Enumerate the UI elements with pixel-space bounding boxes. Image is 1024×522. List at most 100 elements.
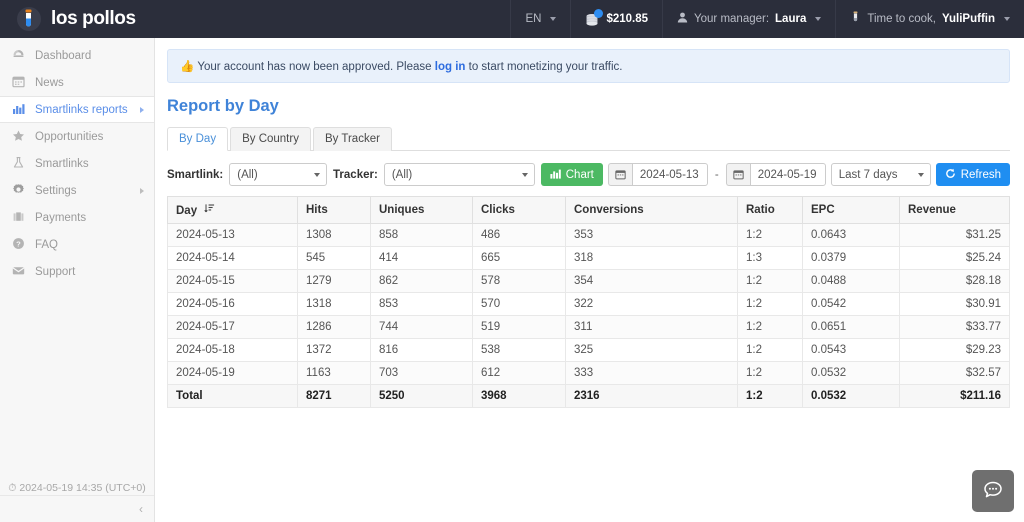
cell-epc: 0.0651 <box>802 315 900 339</box>
cell-conversions: 311 <box>565 315 738 339</box>
flask-icon <box>850 11 861 27</box>
manager-menu[interactable]: Your manager: Laura <box>662 0 835 38</box>
cell-day: 2024-05-15 <box>167 269 298 293</box>
thumbs-up-emoji-icon: 👍 <box>180 61 195 73</box>
column-header-conversions[interactable]: Conversions <box>565 196 738 224</box>
report-tabs: By Day By Country By Tracker <box>167 127 1010 151</box>
sidebar-item-payments[interactable]: Payments <box>0 204 154 231</box>
cell-ratio: 1:2 <box>737 338 803 362</box>
date-from-field[interactable]: 2024-05-13 <box>607 163 708 186</box>
sidebar-item-settings[interactable]: Settings <box>0 177 154 204</box>
login-link[interactable]: log in <box>435 61 466 73</box>
cell-epc: 0.0379 <box>802 246 900 270</box>
total-epc: 0.0532 <box>802 384 900 408</box>
date-to-field[interactable]: 2024-05-19 <box>725 163 826 186</box>
cell-day: 2024-05-16 <box>167 292 298 316</box>
date-to-value[interactable]: 2024-05-19 <box>749 163 826 186</box>
brand-logo[interactable]: los pollos <box>0 0 155 38</box>
chat-widget-button[interactable] <box>972 470 1014 512</box>
top-header-bar: los pollos EN $210.85 Your manager: Laur… <box>0 0 1024 38</box>
column-header-revenue[interactable]: Revenue <box>899 196 1010 224</box>
column-header-uniques[interactable]: Uniques <box>370 196 473 224</box>
sort-descending-icon <box>204 204 215 217</box>
column-header-day[interactable]: Day <box>167 196 298 224</box>
sidebar-item-opportunities[interactable]: Opportunities <box>0 123 154 150</box>
sidebar: Dashboard News Smartlinks reports Opport… <box>0 38 155 522</box>
chevron-left-icon: ‹ <box>139 502 143 516</box>
sidebar-item-smartlinks[interactable]: Smartlinks <box>0 150 154 177</box>
column-header-hits[interactable]: Hits <box>297 196 371 224</box>
cell-conversions: 333 <box>565 361 738 385</box>
brand-name: los pollos <box>51 8 136 29</box>
sidebar-item-faq[interactable]: ? FAQ <box>0 231 154 258</box>
gear-icon <box>11 183 26 198</box>
cell-epc: 0.0543 <box>802 338 900 362</box>
cell-uniques: 703 <box>370 361 473 385</box>
total-clicks: 3968 <box>472 384 566 408</box>
language-selector[interactable]: EN <box>510 0 570 38</box>
table-row: 2024-05-15 1279 862 578 354 1:2 0.0488 $… <box>167 269 1010 293</box>
smartlink-filter-select[interactable]: (All) <box>229 163 328 186</box>
sidebar-item-dashboard[interactable]: Dashboard <box>0 42 154 69</box>
sidebar-item-support[interactable]: Support <box>0 258 154 285</box>
svg-text:?: ? <box>16 239 21 248</box>
sidebar-collapse-button[interactable]: ‹ <box>0 495 154 522</box>
cell-day: 2024-05-18 <box>167 338 298 362</box>
cell-revenue: $28.18 <box>899 269 1010 293</box>
table-row: 2024-05-18 1372 816 538 325 1:2 0.0543 $… <box>167 338 1010 362</box>
cell-ratio: 1:2 <box>737 292 803 316</box>
date-from-value[interactable]: 2024-05-13 <box>631 163 708 186</box>
chevron-right-icon <box>140 187 144 194</box>
cell-day: 2024-05-14 <box>167 246 298 270</box>
total-ratio: 1:2 <box>737 384 803 408</box>
refresh-button[interactable]: Refresh <box>935 163 1010 186</box>
table-row: 2024-05-16 1318 853 570 322 1:2 0.0542 $… <box>167 292 1010 316</box>
alert-text-before: Your account has now been approved. Plea… <box>197 61 432 73</box>
account-menu[interactable]: Time to cook, YuliPuffin <box>835 0 1024 38</box>
cell-hits: 1318 <box>297 292 371 316</box>
table-row: 2024-05-13 1308 858 486 353 1:2 0.0643 $… <box>167 223 1010 247</box>
balance-display[interactable]: $210.85 <box>570 0 662 38</box>
chevron-down-icon <box>550 17 557 21</box>
envelope-icon <box>11 264 26 279</box>
column-header-clicks[interactable]: Clicks <box>472 196 566 224</box>
sidebar-item-news[interactable]: News <box>0 69 154 96</box>
smartlink-filter-value: (All) <box>237 168 258 181</box>
tab-by-country[interactable]: By Country <box>230 127 311 151</box>
cell-ratio: 1:2 <box>737 315 803 339</box>
page-title: Report by Day <box>167 97 279 115</box>
column-header-epc[interactable]: EPC <box>802 196 900 224</box>
tab-by-tracker[interactable]: By Tracker <box>312 127 392 151</box>
table-row: 2024-05-17 1286 744 519 311 1:2 0.0651 $… <box>167 315 1010 339</box>
total-conversions: 2316 <box>565 384 738 408</box>
cell-revenue: $33.77 <box>899 315 1010 339</box>
language-label: EN <box>525 13 542 25</box>
cell-day: 2024-05-19 <box>167 361 298 385</box>
cell-clicks: 538 <box>472 338 566 362</box>
sidebar-item-label: Payments <box>35 211 87 224</box>
cell-ratio: 1:2 <box>737 269 803 293</box>
smartlink-filter-label: Smartlink: <box>167 168 224 181</box>
cell-clicks: 612 <box>472 361 566 385</box>
manager-prefix: Your manager: <box>694 13 770 25</box>
sidebar-item-label: Support <box>35 265 76 278</box>
tab-by-day[interactable]: By Day <box>167 127 229 151</box>
main-content: 👍 Your account has now been approved. Pl… <box>155 38 1024 522</box>
column-header-ratio[interactable]: Ratio <box>737 196 803 224</box>
cell-revenue: $31.25 <box>899 223 1010 247</box>
chat-bubble-icon <box>982 479 1004 504</box>
bar-chart-icon <box>11 102 26 117</box>
cell-clicks: 486 <box>472 223 566 247</box>
timestamp-text: 2024-05-19 14:35 (UTC+0) <box>19 482 146 494</box>
chevron-down-icon <box>815 17 822 21</box>
alert-text-after: to start monetizing your traffic. <box>468 61 623 73</box>
date-range-preset-select[interactable]: Last 7 days <box>830 163 931 186</box>
calendar-icon <box>607 163 632 186</box>
chart-button[interactable]: Chart <box>540 163 603 186</box>
star-icon <box>11 129 26 144</box>
table-row: 2024-05-14 545 414 665 318 1:3 0.0379 $2… <box>167 246 1010 270</box>
sidebar-item-smartlinks-reports[interactable]: Smartlinks reports <box>0 96 154 123</box>
calendar-icon <box>725 163 750 186</box>
tracker-filter-select[interactable]: (All) <box>383 163 535 186</box>
